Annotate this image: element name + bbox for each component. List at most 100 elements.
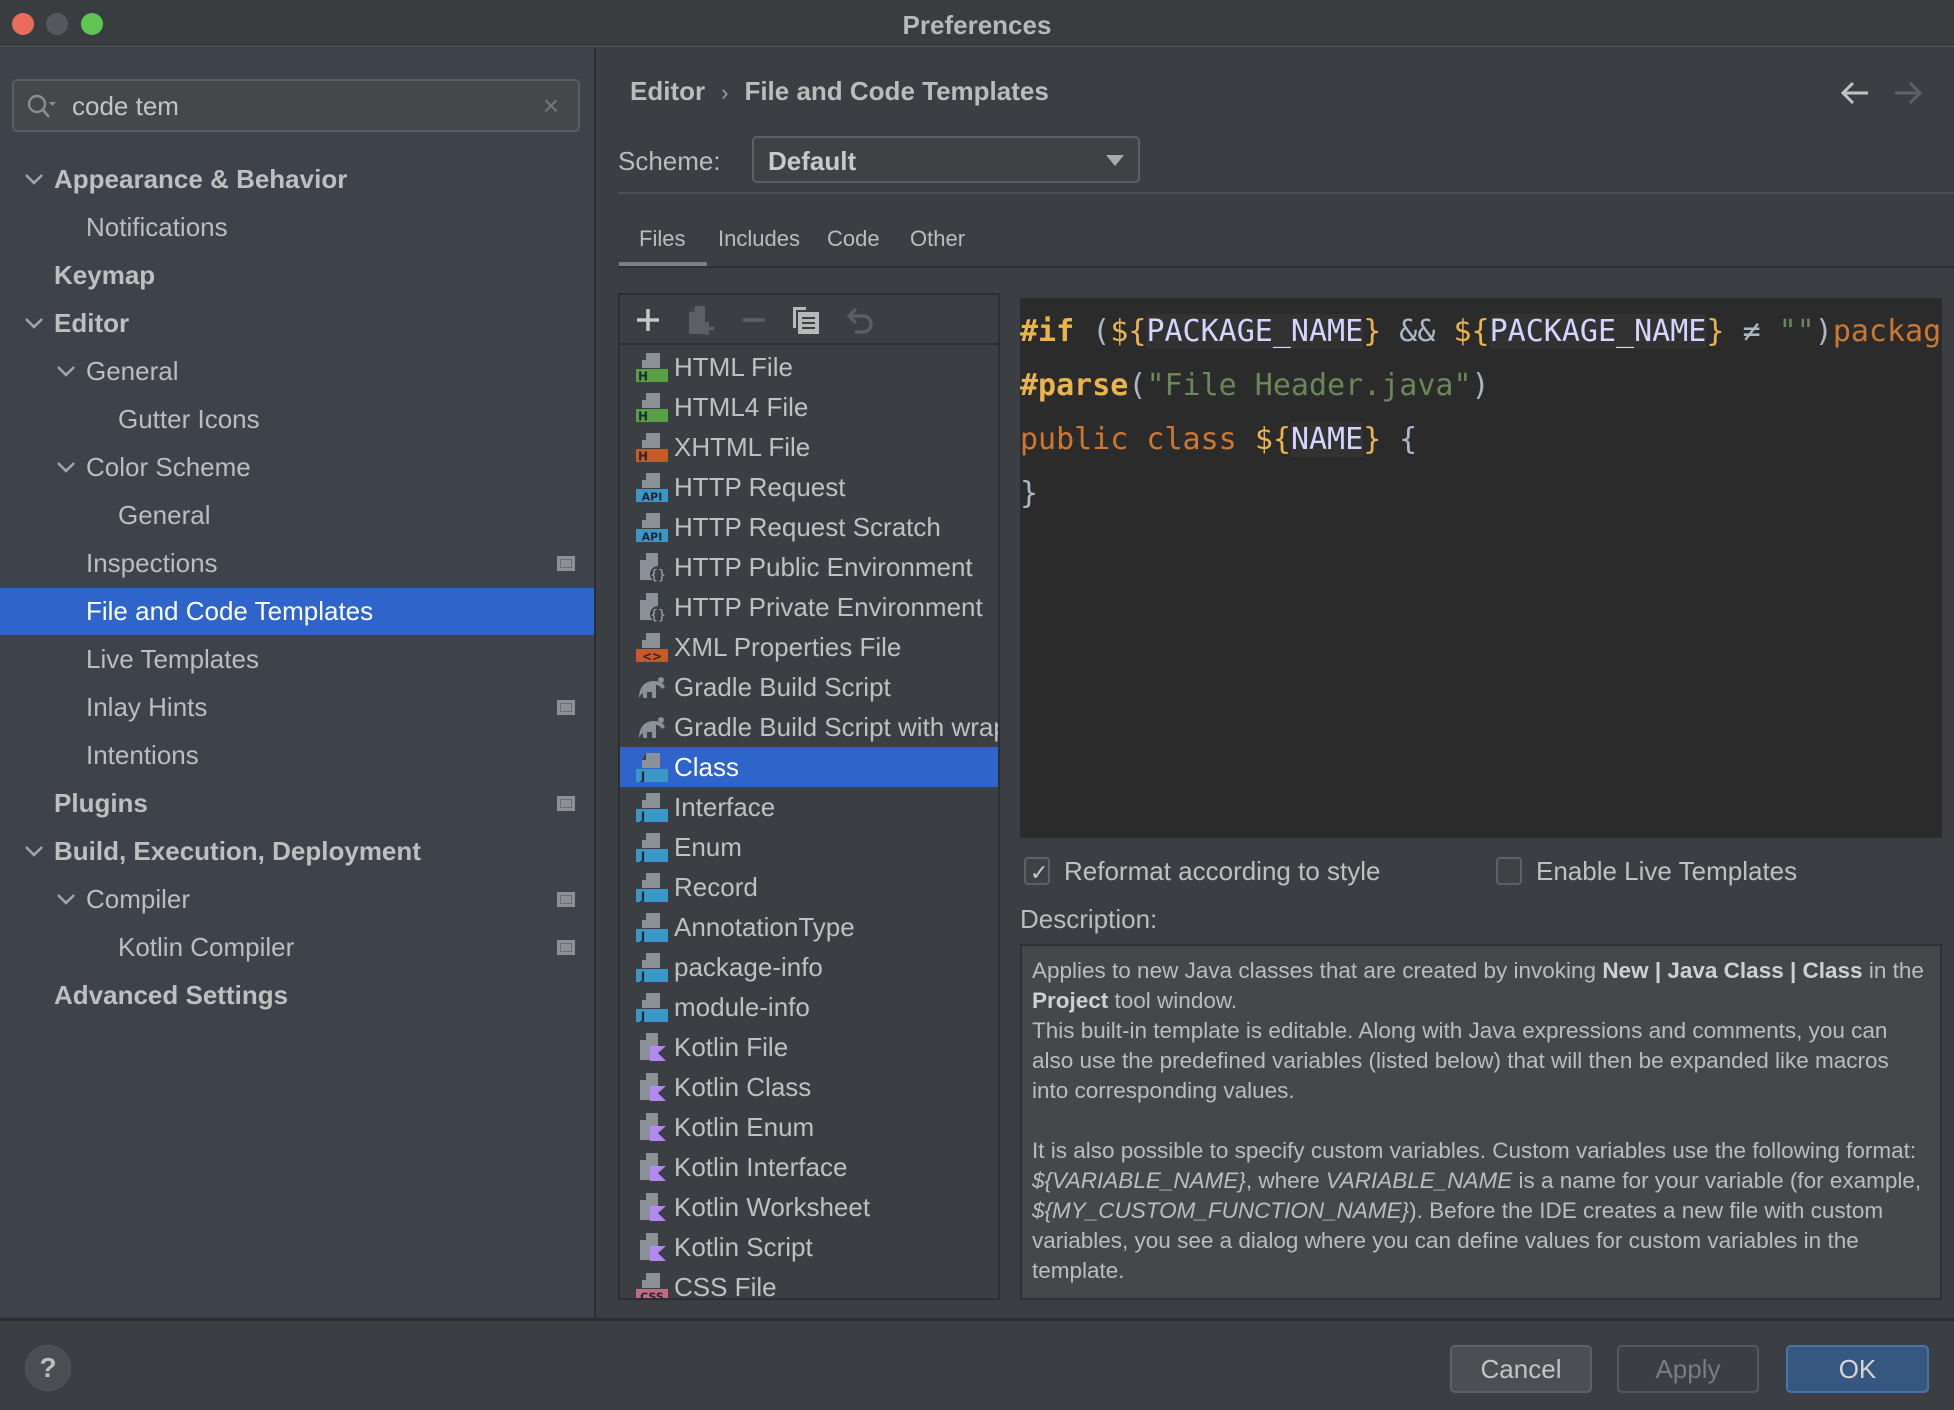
chevron-down-icon[interactable] (54, 876, 78, 923)
template-item-kotlin-enum[interactable]: Kotlin Enum (620, 1107, 998, 1147)
reformat-checkbox[interactable]: ✓ Reformat according to style (1024, 854, 1384, 888)
copy-icon[interactable] (790, 304, 822, 336)
reset-icon[interactable] (843, 304, 875, 336)
tab-code[interactable]: Code (827, 218, 880, 268)
chevron-down-icon[interactable] (22, 828, 46, 875)
kotlin-file-icon (640, 1153, 666, 1181)
checkbox-box[interactable] (1496, 857, 1522, 885)
template-item-html4-file[interactable]: H HTML4 File (620, 387, 998, 427)
template-item-class[interactable]: J Class (620, 747, 998, 787)
template-item-kotlin-script[interactable]: Kotlin Script (620, 1227, 998, 1267)
project-level-icon (557, 556, 575, 571)
code-token: ( (1128, 368, 1147, 403)
svg-text:H: H (638, 370, 648, 383)
sidebar-item-compiler[interactable]: Compiler (0, 876, 594, 923)
template-item-package-info[interactable]: Jpackage-info (620, 947, 998, 987)
sidebar-item-intentions[interactable]: Intentions (0, 732, 594, 779)
template-item-enum[interactable]: J Enum (620, 827, 998, 867)
settings-search[interactable]: × (12, 79, 580, 132)
search-input[interactable] (72, 87, 522, 125)
add-child-file-icon[interactable] (685, 304, 717, 336)
sidebar-item-plugins[interactable]: Plugins (0, 780, 594, 827)
tab-other[interactable]: Other (910, 218, 965, 268)
apply-button[interactable]: Apply (1617, 1345, 1759, 1393)
sidebar-item-label: Compiler (86, 884, 191, 914)
template-item-kotlin-class[interactable]: Kotlin Class (620, 1067, 998, 1107)
help-button[interactable]: ? (25, 1345, 71, 1391)
arrow-left-icon[interactable] (1838, 76, 1872, 110)
divider (618, 192, 1954, 194)
sidebar-item-live-templates[interactable]: Live Templates (0, 636, 594, 683)
description-text: in the (1862, 958, 1924, 983)
css-file-icon: CSS (636, 1273, 668, 1298)
description-text: VARIABLE_NAME (1325, 1168, 1513, 1193)
template-item-http-public-environment[interactable]: {} HTTP Public Environment (620, 547, 998, 587)
template-item-gradle-build-script[interactable]: Gradle Build Script (620, 667, 998, 707)
sidebar-item-kotlin-compiler[interactable]: Kotlin Compiler (0, 924, 594, 971)
description-paragraph: It is also possible to specify custom va… (1032, 1136, 1930, 1286)
template-item-kotlin-interface[interactable]: Kotlin Interface (620, 1147, 998, 1187)
arrow-right-icon[interactable] (1891, 76, 1925, 110)
template-item-http-request-scratch[interactable]: API HTTP Request Scratch (620, 507, 998, 547)
template-name: Kotlin Worksheet (674, 1192, 871, 1222)
template-item-interface[interactable]: J Interface (620, 787, 998, 827)
sidebar-item-file-and-code-templates[interactable]: File and Code Templates (0, 588, 594, 635)
sidebar-item-label: Inspections (86, 548, 218, 578)
code-token: package ${PACKAGE_NAME};#end (1832, 314, 1942, 349)
template-item-gradle-build-script-with-wrapper[interactable]: Gradle Build Script with wrapper (620, 707, 998, 747)
tab-includes[interactable]: Includes (718, 218, 800, 268)
sidebar-item-general[interactable]: General (0, 492, 594, 539)
sidebar-item-notifications[interactable]: Notifications (0, 204, 594, 251)
code-token: } (1020, 476, 1039, 511)
chevron-down-icon[interactable] (54, 444, 78, 491)
svg-text:API: API (642, 531, 663, 543)
template-item-css-file[interactable]: CSS CSS File (620, 1267, 998, 1298)
svg-text:J: J (640, 890, 645, 903)
add-icon[interactable] (632, 304, 664, 336)
sidebar-item-gutter-icons[interactable]: Gutter Icons (0, 396, 594, 443)
template-item-xml-properties-file[interactable]: <> XML Properties File (620, 627, 998, 667)
template-name: Kotlin Interface (674, 1152, 848, 1182)
template-item-kotlin-worksheet[interactable]: Kotlin Worksheet (620, 1187, 998, 1227)
scheme-dropdown[interactable]: Default (752, 136, 1140, 183)
gradle-file-icon (639, 677, 665, 698)
chevron-down-icon[interactable] (22, 300, 46, 347)
template-item-record[interactable]: J Record (620, 867, 998, 907)
template-item-http-private-environment[interactable]: {} HTTP Private Environment (620, 587, 998, 627)
sidebar-item-keymap[interactable]: Keymap (0, 252, 594, 299)
sidebar-item-build-execution-deployment[interactable]: Build, Execution, Deployment (0, 828, 594, 875)
template-item-xhtml-file[interactable]: H XHTML File (620, 427, 998, 467)
sidebar-item-advanced-settings[interactable]: Advanced Settings (0, 972, 594, 1019)
sidebar-item-color-scheme[interactable]: Color Scheme (0, 444, 594, 491)
clear-search-icon[interactable]: × (538, 91, 564, 121)
breadcrumb-editor[interactable]: Editor (630, 76, 705, 106)
template-item-module-info[interactable]: Jmodule-info (620, 987, 998, 1027)
tab-files[interactable]: Files (618, 218, 709, 268)
sidebar-item-label: Inlay Hints (86, 692, 208, 722)
sidebar-item-label: Live Templates (86, 644, 259, 674)
sidebar-item-inlay-hints[interactable]: Inlay Hints (0, 684, 594, 731)
cancel-button[interactable]: Cancel (1450, 1345, 1592, 1393)
template-code-editor[interactable]: #if (${PACKAGE_NAME} && ${PACKAGE_NAME} … (1020, 298, 1942, 838)
sidebar-item-appearance-behavior[interactable]: Appearance & Behavior (0, 156, 594, 203)
checkbox-box[interactable]: ✓ (1024, 857, 1050, 885)
chevron-down-icon[interactable] (54, 348, 78, 395)
sidebar-item-inspections[interactable]: Inspections (0, 540, 594, 587)
remove-icon[interactable] (738, 304, 770, 336)
reformat-label: Reformat according to style (1064, 856, 1381, 886)
code-token: ${ (1110, 314, 1147, 349)
description-text: It is also possible to specify custom va… (1032, 1138, 1917, 1163)
svg-text:{}: {} (650, 568, 666, 582)
sidebar-item-general[interactable]: General (0, 348, 594, 395)
template-item-kotlin-file[interactable]: Kotlin File (620, 1027, 998, 1067)
template-item-http-request[interactable]: API HTTP Request (620, 467, 998, 507)
main-panel: Editor › File and Code Templates Scheme: D… (598, 48, 1954, 1318)
template-name: HTTP Public Environment (674, 552, 973, 582)
chevron-down-icon[interactable] (22, 156, 46, 203)
html-file-icon: H (636, 393, 668, 422)
template-item-annotationtype[interactable]: J AnnotationType (620, 907, 998, 947)
sidebar-item-editor[interactable]: Editor (0, 300, 594, 347)
enable-live-templates-checkbox[interactable]: Enable Live Templates (1496, 854, 1826, 888)
template-item-html-file[interactable]: H HTML File (620, 347, 998, 387)
ok-button[interactable]: OK (1786, 1345, 1929, 1393)
